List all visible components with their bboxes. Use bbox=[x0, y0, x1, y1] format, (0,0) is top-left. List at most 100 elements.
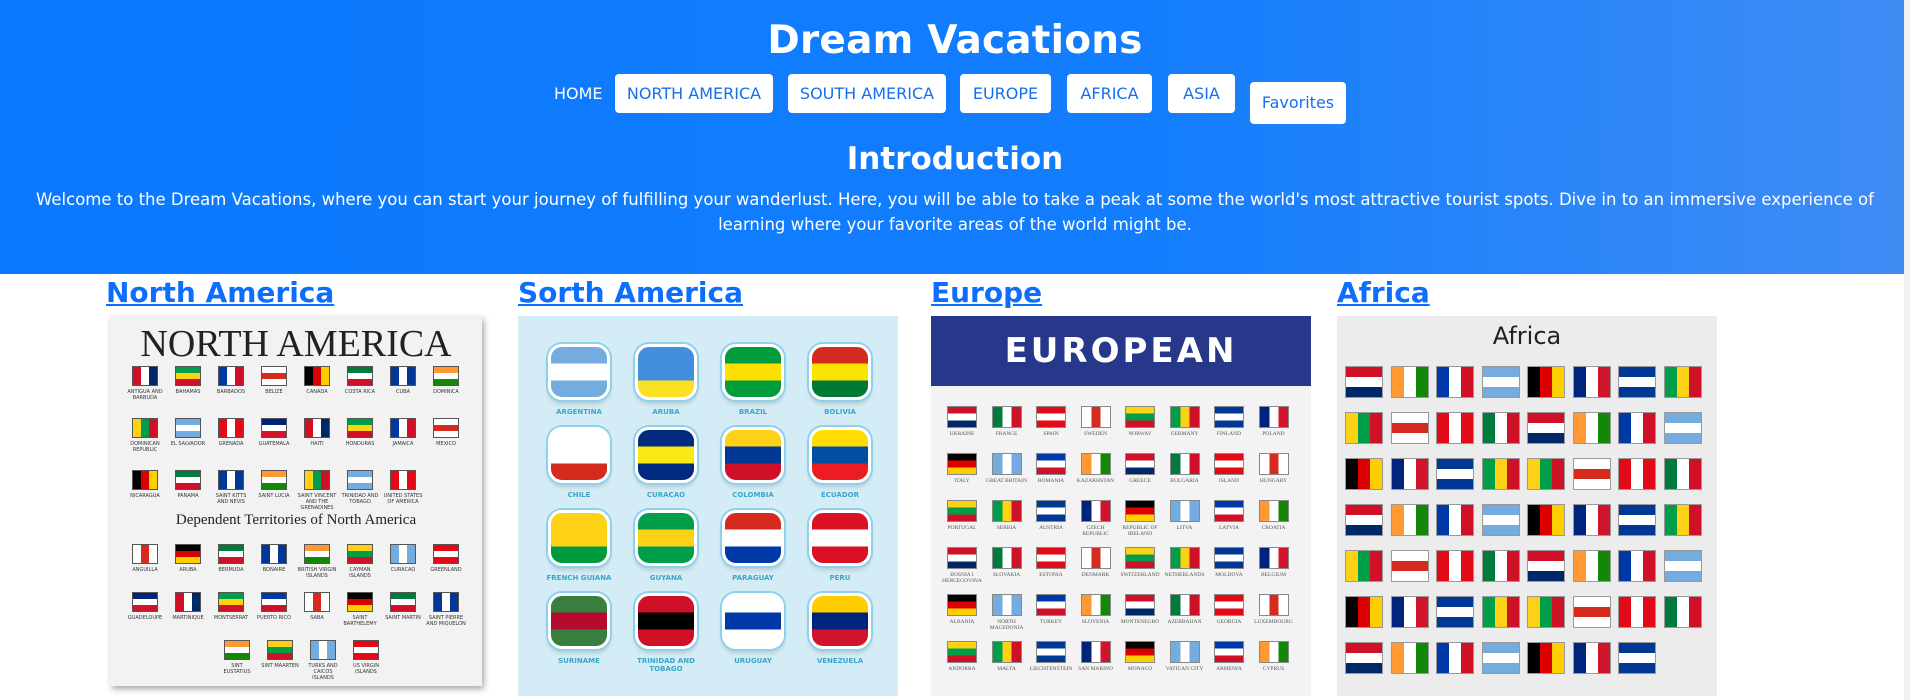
na-territory-flag bbox=[353, 640, 379, 660]
eu-flag-label: ISLAND bbox=[1218, 478, 1240, 484]
nav-favorites-button[interactable]: Favorites bbox=[1250, 82, 1346, 124]
page-scrollbar[interactable] bbox=[1904, 0, 1910, 700]
af-flag bbox=[1618, 458, 1656, 490]
af-flag bbox=[1390, 596, 1429, 628]
na-flag-label: SAINT KITTS AND NEVIS bbox=[215, 493, 247, 505]
af-flag bbox=[1436, 366, 1474, 398]
south-america-link[interactable]: Sorth America bbox=[518, 276, 898, 310]
nav-north-america-button[interactable]: NORTH AMERICA bbox=[615, 74, 773, 113]
sa-flag-label: GUYANA bbox=[649, 574, 683, 582]
na-territory-label: SABA bbox=[310, 615, 324, 621]
eu-flag bbox=[991, 641, 1022, 663]
na-flag bbox=[347, 366, 373, 386]
af-flag bbox=[1345, 366, 1383, 398]
europe-flags-image[interactable]: EUROPEAN UKRAINE FRANCE SPAIN SWEDEN NORWAY G… bbox=[931, 316, 1311, 696]
eu-flag bbox=[1036, 594, 1066, 616]
eu-flag-label: CZECH REPUBLIC bbox=[1082, 525, 1109, 537]
af-flag bbox=[1572, 550, 1611, 582]
nav-asia-button[interactable]: ASIA bbox=[1168, 74, 1235, 113]
europe-link[interactable]: Europe bbox=[931, 276, 1311, 310]
na-flag bbox=[433, 418, 459, 438]
nav-africa-button[interactable]: AFRICA bbox=[1067, 74, 1152, 113]
eu-flag bbox=[947, 406, 977, 428]
af-flag bbox=[1345, 550, 1383, 582]
na-territory-label: TURKS AND CAICOS ISLANDS bbox=[308, 663, 338, 681]
sa-flag bbox=[722, 427, 784, 483]
site-title: Dream Vacations bbox=[767, 18, 1143, 63]
intro-text: Welcome to the Dream Vacations, where yo… bbox=[36, 190, 1874, 234]
na-image-subheading: Dependent Territories of North America bbox=[175, 512, 417, 528]
na-territory-label: ARUBA bbox=[179, 567, 197, 573]
sa-flag-label: VENEZUELA bbox=[816, 657, 864, 665]
eu-flag bbox=[1169, 641, 1200, 663]
eu-flag bbox=[1080, 406, 1111, 428]
na-territory-label: SAINT MARTIN bbox=[385, 615, 421, 621]
eu-flag-label: ROMANIA bbox=[1037, 478, 1065, 484]
africa-flags-image[interactable]: Africa bbox=[1337, 316, 1717, 696]
na-territory-label: BRITISH VIRGIN ISLANDS bbox=[297, 567, 337, 579]
north-america-link[interactable]: North America bbox=[106, 276, 486, 310]
eu-flag bbox=[1080, 453, 1111, 475]
sa-flag-label: COLOMBIA bbox=[732, 491, 774, 499]
na-territory-flag bbox=[224, 640, 250, 660]
na-flag-label: ANTIGUA AND BARBUDA bbox=[127, 389, 163, 401]
na-flag bbox=[132, 470, 158, 490]
na-flag bbox=[433, 366, 459, 386]
hero-banner: Dream Vacations HOME NORTH AMERICA SOUTH… bbox=[0, 0, 1910, 274]
na-territory-flag bbox=[433, 592, 459, 612]
na-image-heading: NORTH AMERICA bbox=[140, 323, 452, 365]
af-flag bbox=[1572, 412, 1611, 444]
region-europe: Europe EUROPEAN UKRAINE FRANCE SPAIN SWEDEN… bbox=[931, 276, 1311, 696]
na-territory-label: PUERTO RICO bbox=[257, 615, 291, 621]
eu-flag bbox=[1036, 641, 1066, 663]
sa-flag bbox=[548, 344, 610, 400]
af-flag bbox=[1390, 550, 1429, 582]
sa-flag bbox=[722, 510, 784, 566]
af-flag bbox=[1572, 504, 1611, 536]
sa-flag-label: URUGUAY bbox=[734, 657, 772, 665]
na-flag bbox=[132, 418, 158, 438]
na-flag bbox=[347, 418, 373, 438]
eu-flag-label: BOSNIA I HERCEGOVINA bbox=[942, 572, 982, 584]
africa-link[interactable]: Africa bbox=[1337, 276, 1717, 310]
af-flag bbox=[1436, 412, 1474, 444]
eu-flag-label: MALTA bbox=[997, 666, 1016, 672]
sa-flag bbox=[722, 593, 784, 649]
nav-home-link[interactable]: HOME bbox=[554, 84, 603, 103]
na-territory-label: BONAIRE bbox=[262, 567, 286, 573]
nav-south-america-button[interactable]: SOUTH AMERICA bbox=[788, 74, 946, 113]
sa-flag bbox=[548, 510, 610, 566]
af-flag bbox=[1618, 412, 1656, 444]
sa-flag-label: PERU bbox=[829, 574, 851, 582]
eu-flag-label: TURKEY bbox=[1039, 619, 1063, 625]
na-flag bbox=[261, 366, 287, 386]
intro-title: Introduction bbox=[846, 141, 1064, 177]
na-territory-label: MARTINIQUE bbox=[172, 615, 204, 621]
na-territory-flag bbox=[261, 544, 287, 564]
na-flag-label: MEXICO bbox=[436, 441, 456, 447]
north-america-flags-image[interactable]: NORTH AMERICA Dependent Territories of N… bbox=[110, 316, 482, 686]
na-territory-flag bbox=[390, 592, 416, 612]
na-territory-label: US VIRGIN ISLANDS bbox=[353, 663, 379, 675]
af-image-heading: Africa bbox=[1492, 322, 1562, 350]
af-flag bbox=[1390, 366, 1429, 398]
af-flag bbox=[1663, 504, 1702, 536]
eu-flag-label: REPUBLIC OF IRELAND bbox=[1122, 525, 1158, 537]
na-flag bbox=[261, 418, 287, 438]
eu-flag bbox=[1036, 453, 1066, 475]
af-flag bbox=[1436, 596, 1474, 628]
af-flag bbox=[1527, 550, 1565, 582]
eu-flag-label: MOLDOVA bbox=[1215, 572, 1243, 578]
na-territory-flag bbox=[347, 544, 373, 564]
eu-flag-label: MONTENEGRO bbox=[1120, 619, 1160, 625]
eu-flag bbox=[1258, 594, 1289, 616]
eu-flag-label: LITVA bbox=[1176, 525, 1193, 531]
eu-flag bbox=[1214, 594, 1244, 616]
nav-europe-button[interactable]: EUROPE bbox=[960, 74, 1051, 113]
eu-flag bbox=[1125, 500, 1155, 522]
south-america-flags-image[interactable]: ARGENTINA ARUBA BRAZIL BOLIVIA CHILE CURACAO C… bbox=[518, 316, 898, 696]
sa-flag bbox=[809, 593, 871, 649]
na-flag bbox=[175, 470, 201, 490]
na-flag bbox=[175, 366, 201, 386]
na-territory-label: CAYMAN ISLANDS bbox=[349, 567, 371, 579]
